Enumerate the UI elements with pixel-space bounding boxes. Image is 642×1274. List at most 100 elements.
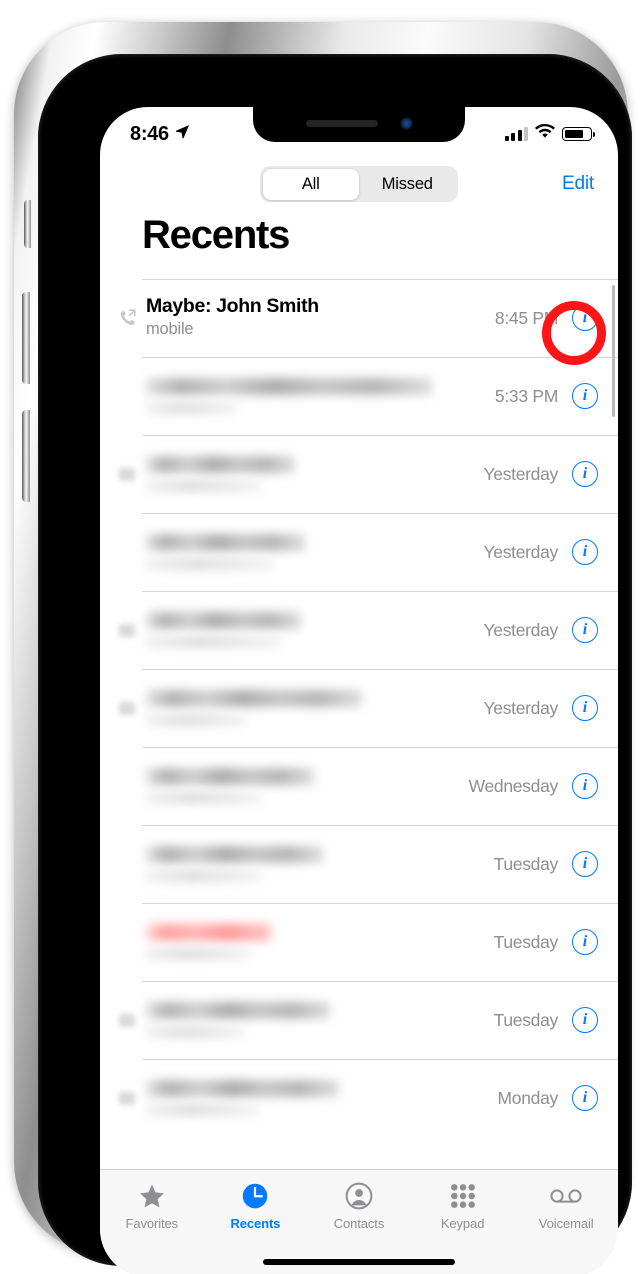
redacted-caller-label [146,870,261,882]
call-row-text [142,924,494,960]
info-button[interactable]: i [572,305,598,331]
tab-bar: Favorites Recents Contacts Keypad Voicem… [100,1169,618,1274]
redacted-caller-name [146,690,362,707]
call-time: Yesterday [483,463,559,484]
call-row-text [142,378,495,414]
info-button[interactable]: i [572,773,598,799]
home-indicator[interactable] [263,1259,455,1265]
redacted-caller-label [146,636,281,648]
call-time: Monday [497,1087,559,1108]
caller-label: mobile [146,320,194,339]
redacted-caller-label [146,480,261,492]
tab-contacts[interactable]: Contacts [307,1181,411,1231]
redacted-caller-label [146,714,248,726]
call-row-text [142,1002,494,1038]
tab-keypad[interactable]: Keypad [411,1181,515,1231]
call-row[interactable]: Yesterday i [100,591,618,669]
call-time: 8:45 PM [494,307,558,328]
segment-missed[interactable]: Missed [359,169,456,200]
tab-label: Recents [230,1216,281,1231]
segment-all[interactable]: All [262,168,359,200]
redacted-caller-name [146,612,302,629]
info-button[interactable]: i [572,617,598,643]
redacted-caller-name [146,534,305,551]
volume-down-button[interactable] [22,410,30,502]
front-camera-icon [399,117,413,130]
info-button[interactable]: i [572,929,598,955]
notch [253,107,465,142]
call-row-text [142,690,484,726]
redacted-caller-name [146,1080,340,1097]
call-row[interactable]: Yesterday i [100,435,618,513]
redacted-caller-name [146,768,314,785]
redacted-caller-name [146,456,295,473]
redacted-caller-name [146,924,272,941]
call-row-text [142,534,484,570]
cellular-signal-icon [504,127,528,141]
call-row-text [142,846,494,882]
call-row[interactable]: Tuesday i [100,825,618,903]
call-time: Wednesday [468,775,559,796]
call-type-icon [112,467,142,481]
call-time: Tuesday [493,1009,559,1030]
earpiece-speaker-icon [305,120,378,127]
call-time: Yesterday [483,541,559,562]
call-row-text [142,1080,498,1116]
call-row[interactable]: Monday i [100,1059,618,1137]
info-button[interactable]: i [572,539,598,565]
info-button[interactable]: i [572,695,598,721]
info-button[interactable]: i [572,1007,598,1033]
list-scrollbar[interactable] [612,285,615,417]
call-time: Yesterday [483,697,559,718]
wifi-icon [535,123,555,144]
redacted-caller-label [146,792,263,804]
tab-favorites[interactable]: Favorites [100,1181,204,1231]
call-row[interactable]: Tuesday i [100,903,618,981]
edit-button[interactable]: Edit [562,173,594,195]
volume-up-button[interactable] [22,292,30,384]
call-row[interactable]: Yesterday i [100,513,618,591]
call-time: Tuesday [493,853,559,874]
call-time: Yesterday [483,619,559,640]
call-type-icon [112,701,142,715]
info-button[interactable]: i [572,851,598,877]
recents-list[interactable]: Maybe: John Smith mobile 8:45 PM i 5:33 … [100,279,618,1169]
redacted-caller-label [146,1026,244,1038]
tab-recents[interactable]: Recents [204,1181,308,1231]
page-title: Recents [142,213,290,257]
info-button[interactable]: i [572,461,598,487]
call-type-icon [112,1013,142,1027]
call-row-text: Maybe: John Smith mobile [142,295,495,340]
tab-label: Keypad [440,1216,485,1231]
info-button[interactable]: i [572,383,598,409]
battery-icon [562,127,596,141]
phone-frame: 8:46 All Missed Edit Recents Maybe: John… [14,22,632,1274]
call-row[interactable]: Yesterday i [100,669,618,747]
redacted-caller-label [146,1104,259,1116]
nav-bar: All Missed Edit [100,155,618,213]
call-time: Tuesday [493,931,559,952]
tab-voicemail[interactable]: Voicemail [514,1181,618,1231]
info-button[interactable]: i [572,1085,598,1111]
tab-label: Voicemail [538,1216,594,1231]
tab-label: Favorites [125,1216,179,1231]
call-row[interactable]: Tuesday i [100,981,618,1059]
redacted-caller-name [146,378,433,395]
call-type-icon [112,1091,142,1105]
call-row[interactable]: Wednesday i [100,747,618,825]
redacted-caller-label [146,558,275,570]
filter-segmented-control[interactable]: All Missed [260,166,458,202]
call-time: 5:33 PM [494,385,558,406]
keypad-dots-icon [450,1181,476,1211]
star-icon [138,1181,166,1211]
caller-name: Maybe: John Smith [146,295,319,318]
redacted-caller-label [146,948,251,960]
redacted-caller-label [146,402,237,414]
redacted-caller-name [146,1002,331,1019]
call-row-text [142,768,469,804]
silent-switch[interactable] [24,200,31,248]
call-row[interactable]: 5:33 PM i [100,357,618,435]
tab-label: Contacts [333,1216,385,1231]
status-bar-time: 8:46 [130,122,169,145]
call-row[interactable]: Maybe: John Smith mobile 8:45 PM i [100,279,618,365]
